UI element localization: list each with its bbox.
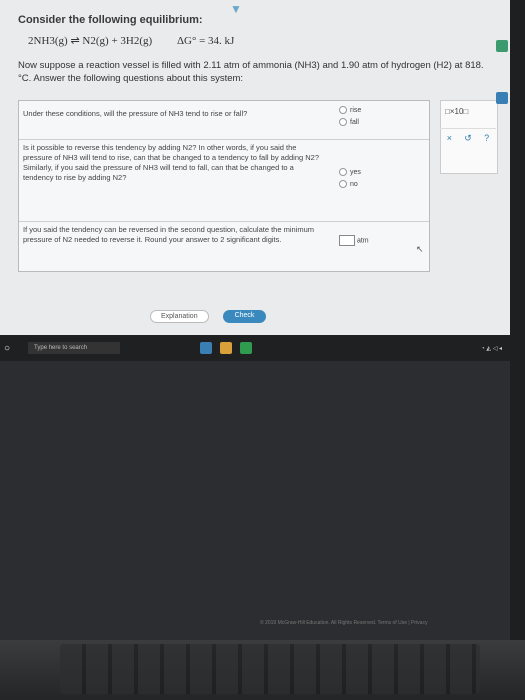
undo-icon[interactable]: ↺ [459, 129, 478, 147]
question-2-options: yes no [339, 167, 361, 191]
store-icon[interactable] [220, 342, 233, 354]
option-rise[interactable]: rise [339, 105, 361, 117]
pressure-answer-input[interactable] [339, 235, 355, 246]
copyright-footer: © 2019 McGraw-Hill Education. All Rights… [260, 620, 428, 626]
option-yes[interactable]: yes [339, 167, 361, 179]
system-tray: ◔ ◭ ◁ ◂ [481, 345, 502, 352]
question-2-text: Is it possible to reverse this tendency … [23, 143, 320, 182]
equation-reaction: 2NH3(g) ⇌ N2(g) + 3H2(g) [28, 35, 153, 47]
question-row-2: Is it possible to reverse this tendency … [19, 139, 429, 222]
monitor-bezel [510, 0, 525, 640]
option-no[interactable]: no [339, 179, 361, 191]
equilibrium-equation: 2NH3(g) ⇌ N2(g) + 3H2(g) ΔG° = 34. kJ [28, 34, 488, 47]
radio-icon[interactable] [339, 118, 347, 127]
action-buttons: Explanation Check [150, 310, 267, 323]
desktop-background [0, 361, 510, 640]
question-header: Consider the following equilibrium: 2NH3… [18, 14, 488, 93]
chrome-icon[interactable] [240, 342, 253, 354]
clear-icon[interactable]: × [440, 129, 459, 147]
question-3-text: If you said the tendency can be reversed… [23, 225, 315, 244]
radio-icon[interactable] [339, 106, 347, 115]
radio-icon[interactable] [339, 168, 347, 177]
data-icon[interactable] [496, 92, 508, 104]
answer-tool-buttons: × ↺ ? [440, 128, 496, 147]
question-row-3: If you said the tendency can be reversed… [19, 221, 429, 271]
question-1-options: rise fall [339, 105, 361, 129]
question-3-answer: atm [339, 235, 369, 247]
folder-icon[interactable] [200, 342, 213, 354]
keyboard-area [0, 640, 525, 700]
question-prompt: Now suppose a reaction vessel is filled … [18, 60, 484, 84]
question-1-text: Under these conditions, will the pressur… [23, 109, 248, 118]
taskbar-search-input[interactable]: Type here to search [28, 342, 121, 354]
help-icon[interactable]: ? [477, 129, 496, 147]
question-table: Under these conditions, will the pressur… [18, 100, 430, 272]
pressure-unit: atm [356, 237, 369, 245]
windows-start-icon[interactable]: ○ [4, 343, 10, 354]
explanation-button[interactable]: Explanation [150, 310, 209, 323]
question-title: Consider the following equilibrium: [18, 14, 203, 26]
check-button[interactable]: Check [222, 310, 267, 323]
right-toolbar [496, 40, 510, 144]
keyboard-keys [60, 644, 480, 694]
question-row-1: Under these conditions, will the pressur… [19, 101, 429, 140]
option-fall[interactable]: fall [339, 117, 361, 129]
mouse-cursor-icon: ↖ [416, 244, 424, 254]
browser-screen: ▼ Consider the following equilibrium: 2N… [0, 0, 510, 640]
taskbar: ○ Type here to search ◔ ◭ ◁ ◂ [0, 335, 510, 361]
scientific-notation-button[interactable]: □×10□ [445, 107, 468, 116]
equation-delta-g: ΔG° = 34. kJ [176, 35, 235, 47]
radio-icon[interactable] [339, 180, 347, 189]
taskbar-apps [200, 342, 253, 354]
calculator-icon[interactable] [496, 40, 508, 52]
